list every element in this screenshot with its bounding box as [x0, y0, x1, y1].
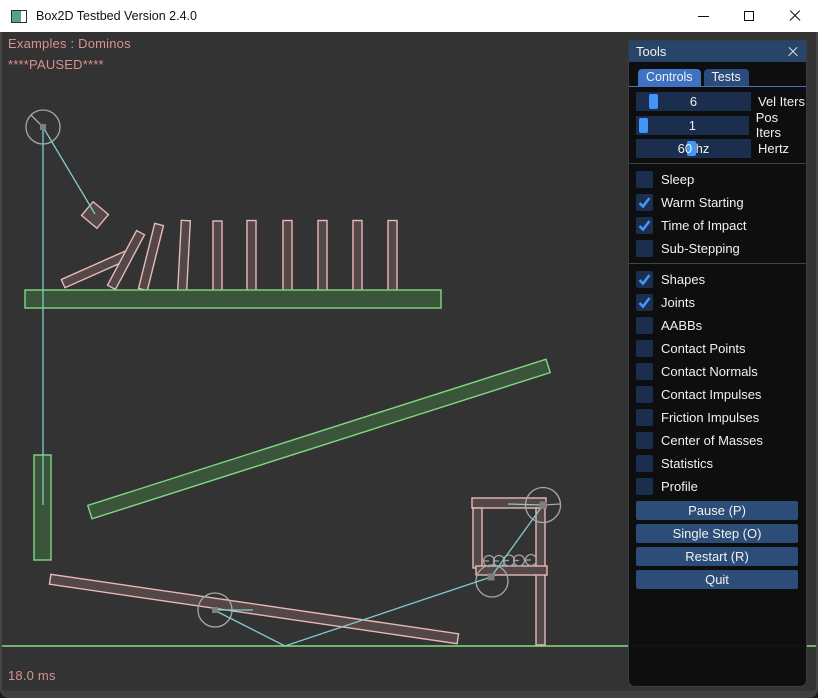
vel-iters-value: 6 [636, 92, 751, 111]
app-window: Box2D Testbed Version 2.4.0 [0, 0, 818, 698]
single-step-button[interactable]: Single Step (O) [636, 524, 798, 543]
checkbox-box[interactable] [636, 432, 653, 449]
restart-button[interactable]: Restart (R) [636, 547, 798, 566]
checkbox-contact-points[interactable]: Contact Points [636, 340, 806, 357]
tools-panel: Tools Controls Tests 6 Vel Iters 1 [628, 40, 807, 687]
panel-close-icon[interactable] [787, 46, 799, 58]
checkbox-box[interactable] [636, 478, 653, 495]
angled-plank [88, 359, 550, 519]
checkbox-warm-starting[interactable]: Warm Starting [636, 194, 806, 211]
tools-panel-header[interactable]: Tools [629, 41, 806, 62]
check-icon [637, 295, 652, 310]
check-icon [637, 218, 652, 233]
checkbox-friction-impulses[interactable]: Friction Impulses [636, 409, 806, 426]
checkbox-box[interactable] [636, 455, 653, 472]
checkbox-shapes[interactable]: Shapes [636, 271, 806, 288]
checkbox-box[interactable] [636, 217, 653, 234]
separator [629, 263, 806, 264]
slider-row-pos-iters: 1 Pos Iters [636, 116, 806, 135]
domino-platform [25, 290, 441, 308]
pause-button[interactable]: Pause (P) [636, 501, 798, 520]
example-label: Examples : Dominos [8, 36, 131, 51]
green-platforms [25, 290, 550, 560]
pos-iters-value: 1 [636, 116, 749, 135]
checkbox-box[interactable] [636, 409, 653, 426]
slider-row-vel-iters: 6 Vel Iters [636, 92, 806, 111]
hertz-value: 60 hz [636, 139, 751, 158]
frame-time-label: 18.0 ms [8, 668, 56, 683]
checkbox-aabbs[interactable]: AABBs [636, 317, 806, 334]
checkbox-box[interactable] [636, 240, 653, 257]
pendulum-bob [82, 202, 109, 229]
tools-panel-title: Tools [636, 44, 666, 59]
checkbox-box[interactable] [636, 271, 653, 288]
check-icon [637, 195, 652, 210]
checkbox-box[interactable] [636, 340, 653, 357]
tab-bar: Controls Tests [629, 69, 806, 86]
hertz-slider[interactable]: 60 hz [636, 139, 751, 158]
tab-tests[interactable]: Tests [704, 69, 749, 86]
tab-controls[interactable]: Controls [638, 69, 701, 86]
checkbox-center-of-masses[interactable]: Center of Masses [636, 432, 806, 449]
checkbox-sleep[interactable]: Sleep [636, 171, 806, 188]
checkbox-box[interactable] [636, 294, 653, 311]
checkbox-box[interactable] [636, 363, 653, 380]
checkbox-contact-impulses[interactable]: Contact Impulses [636, 386, 806, 403]
checkbox-box[interactable] [636, 194, 653, 211]
checkbox-box[interactable] [636, 386, 653, 403]
checkbox-time-of-impact[interactable]: Time of Impact [636, 217, 806, 234]
pos-iters-label: Pos Iters [756, 110, 806, 140]
quit-button[interactable]: Quit [636, 570, 798, 589]
frame-structure [472, 498, 547, 645]
vel-iters-label: Vel Iters [758, 94, 805, 109]
separator [629, 163, 806, 164]
checkbox-sub-stepping[interactable]: Sub-Stepping [636, 240, 806, 257]
checkbox-box[interactable] [636, 171, 653, 188]
checkbox-contact-normals[interactable]: Contact Normals [636, 363, 806, 380]
hertz-label: Hertz [758, 141, 789, 156]
checkbox-joints[interactable]: Joints [636, 294, 806, 311]
pos-iters-slider[interactable]: 1 [636, 116, 749, 135]
check-icon [637, 272, 652, 287]
checkbox-box[interactable] [636, 317, 653, 334]
checkbox-statistics[interactable]: Statistics [636, 455, 806, 472]
dominoes [61, 220, 397, 291]
joint-anchor-points [40, 124, 547, 613]
vel-iters-slider[interactable]: 6 [636, 92, 751, 111]
slider-row-hertz: 60 hz Hertz [636, 139, 806, 158]
paused-label: ****PAUSED**** [8, 57, 104, 72]
checkbox-profile[interactable]: Profile [636, 478, 806, 495]
